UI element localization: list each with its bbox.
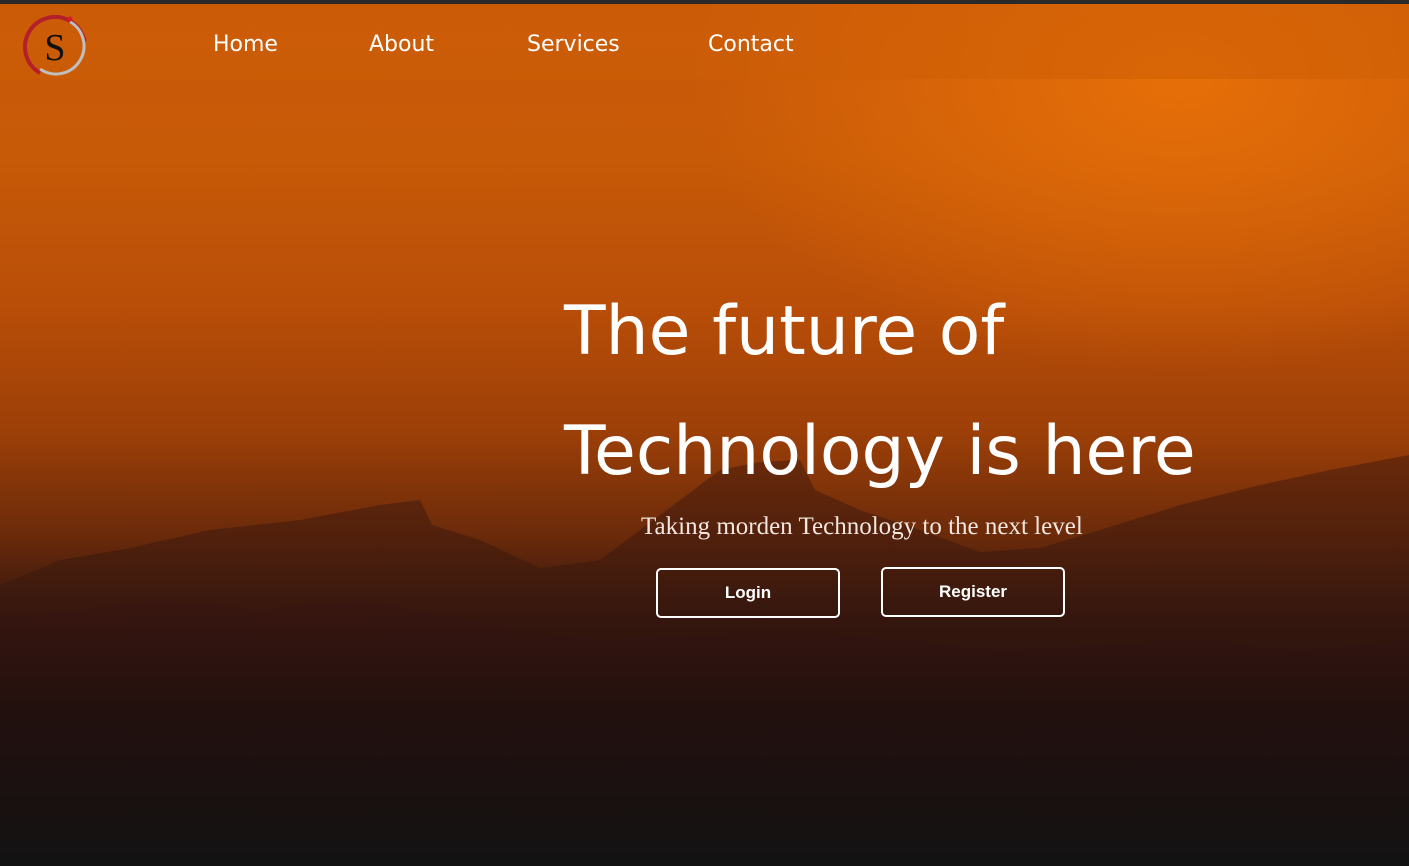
navbar: S Home About Services Contact <box>0 4 1409 79</box>
hero-title-line1: The future of <box>564 292 1005 371</box>
hero-title: The future of Technology is here <box>564 272 1196 512</box>
nav-contact-link[interactable]: Contact <box>708 32 794 58</box>
register-button[interactable]: Register <box>881 567 1065 617</box>
hero-subtitle: Taking morden Technology to the next lev… <box>641 513 1083 540</box>
nav-about-link[interactable]: About <box>369 32 434 58</box>
hero-title-line2: Technology is here <box>564 412 1196 491</box>
nav-services-link[interactable]: Services <box>527 32 620 58</box>
landing-page: S Home About Services Contact The future… <box>0 0 1409 866</box>
login-button[interactable]: Login <box>656 568 840 618</box>
nav-home-link[interactable]: Home <box>213 32 278 58</box>
logo-icon[interactable]: S <box>20 12 90 82</box>
logo-letter: S <box>44 27 65 69</box>
